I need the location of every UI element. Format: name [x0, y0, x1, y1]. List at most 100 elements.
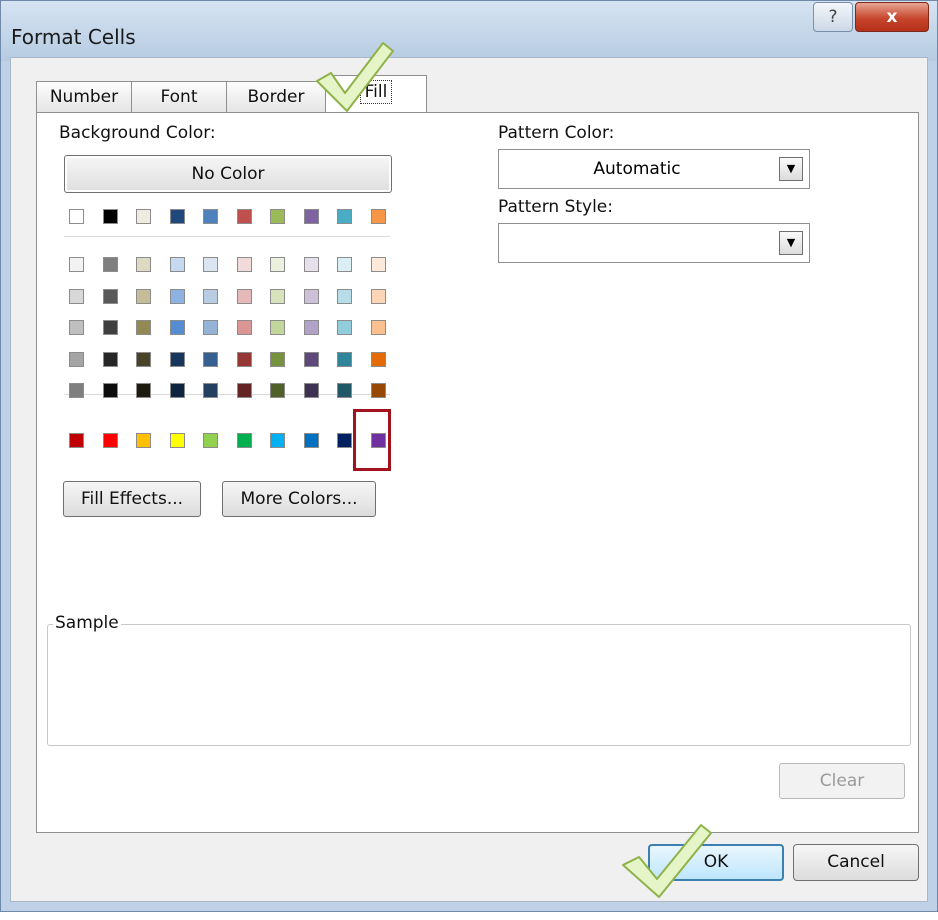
theme-tint-swatch[interactable]	[203, 288, 218, 304]
theme-color-swatch[interactable]	[69, 209, 84, 224]
theme-color-swatch[interactable]	[169, 209, 185, 224]
theme-tint-swatch[interactable]	[203, 383, 218, 398]
pattern-color-dropdown[interactable]: Automatic ▼	[498, 149, 810, 189]
theme-tint-swatch[interactable]	[169, 257, 185, 272]
clear-button: Clear	[779, 763, 905, 799]
theme-tint-swatch[interactable]	[337, 257, 352, 272]
dropdown-arrow-icon[interactable]: ▼	[779, 231, 803, 255]
theme-tint-swatch[interactable]	[102, 383, 118, 398]
theme-tint-swatch[interactable]	[203, 320, 218, 335]
standard-color-swatch[interactable]	[370, 433, 386, 448]
pattern-color-value: Automatic	[593, 159, 681, 179]
theme-color-swatch[interactable]	[102, 209, 118, 224]
theme-color-swatch[interactable]	[303, 209, 319, 224]
theme-tint-swatch[interactable]	[370, 351, 386, 367]
theme-tint-swatch[interactable]	[69, 288, 84, 304]
theme-tint-swatch[interactable]	[102, 320, 118, 335]
theme-tint-swatch[interactable]	[270, 320, 285, 335]
theme-tint-swatch[interactable]	[169, 351, 185, 367]
cancel-button[interactable]: Cancel	[793, 844, 919, 881]
theme-tint-swatch[interactable]	[337, 320, 352, 335]
theme-color-swatch[interactable]	[337, 209, 352, 224]
pattern-style-dropdown[interactable]: ▼	[498, 223, 810, 263]
standard-color-swatch[interactable]	[102, 433, 118, 448]
fill-tab-panel: Background Color: No Color Fill Effects.…	[36, 112, 919, 833]
format-cells-dialog: Format Cells ? x Number Font Border Fill…	[0, 0, 938, 912]
standard-color-swatch[interactable]	[69, 433, 84, 448]
theme-tint-swatch[interactable]	[303, 320, 319, 335]
help-button[interactable]: ?	[813, 2, 853, 32]
theme-tint-swatch[interactable]	[136, 288, 151, 304]
theme-tint-swatch[interactable]	[102, 288, 118, 304]
palette-divider	[64, 236, 390, 237]
theme-tint-swatch[interactable]	[169, 320, 185, 335]
theme-tint-swatch[interactable]	[136, 257, 151, 272]
close-button[interactable]: x	[855, 2, 929, 32]
theme-tint-swatch[interactable]	[236, 320, 252, 335]
theme-tint-swatch[interactable]	[370, 383, 386, 398]
theme-tint-swatch[interactable]	[303, 351, 319, 367]
pattern-color-label: Pattern Color:	[498, 123, 615, 143]
theme-tint-swatch[interactable]	[69, 351, 84, 367]
theme-tint-swatch[interactable]	[303, 288, 319, 304]
tab-number[interactable]: Number	[36, 81, 132, 113]
theme-tint-swatch[interactable]	[303, 257, 319, 272]
theme-color-swatch[interactable]	[136, 209, 151, 224]
standard-color-swatch[interactable]	[136, 433, 151, 448]
theme-tint-swatch[interactable]	[270, 383, 285, 398]
standard-color-swatch[interactable]	[169, 433, 185, 448]
standard-color-swatch[interactable]	[203, 433, 218, 448]
theme-tint-swatch[interactable]	[102, 257, 118, 272]
theme-tint-swatch[interactable]	[303, 383, 319, 398]
standard-color-swatch[interactable]	[270, 433, 285, 448]
theme-tint-swatch[interactable]	[136, 320, 151, 335]
theme-color-swatch[interactable]	[270, 209, 285, 224]
tab-label: Border	[247, 87, 305, 107]
standard-color-swatch[interactable]	[337, 433, 352, 448]
theme-tint-swatch[interactable]	[270, 351, 285, 367]
theme-tint-swatch[interactable]	[236, 288, 252, 304]
theme-tint-swatch[interactable]	[236, 383, 252, 398]
theme-tint-swatch[interactable]	[370, 257, 386, 272]
theme-tint-swatch[interactable]	[337, 288, 352, 304]
checkmark-icon	[622, 824, 712, 898]
pattern-style-label: Pattern Style:	[498, 197, 613, 217]
dropdown-arrow-icon[interactable]: ▼	[779, 157, 803, 181]
theme-tint-swatch[interactable]	[337, 383, 352, 398]
theme-tint-swatch[interactable]	[236, 257, 252, 272]
theme-tint-swatch[interactable]	[169, 383, 185, 398]
theme-tint-swatch[interactable]	[270, 257, 285, 272]
more-colors-button[interactable]: More Colors...	[222, 481, 376, 517]
standard-color-swatch[interactable]	[303, 433, 319, 448]
theme-tint-swatch[interactable]	[370, 288, 386, 304]
theme-tint-swatch[interactable]	[169, 288, 185, 304]
background-color-label: Background Color:	[59, 123, 216, 143]
theme-color-swatch[interactable]	[370, 209, 386, 224]
theme-tint-swatch[interactable]	[203, 257, 218, 272]
theme-color-swatch[interactable]	[203, 209, 218, 224]
tab-label: Font	[160, 87, 198, 107]
theme-tint-swatch[interactable]	[337, 351, 352, 367]
sample-label: Sample	[53, 613, 121, 633]
theme-tint-swatch[interactable]	[203, 351, 218, 367]
tab-label: Number	[49, 87, 119, 107]
dialog-title: Format Cells	[11, 25, 136, 49]
theme-color-swatch[interactable]	[236, 209, 252, 224]
theme-tint-swatch[interactable]	[236, 351, 252, 367]
dialog-body: Number Font Border Fill Background Color…	[10, 57, 928, 902]
theme-tint-swatch[interactable]	[370, 320, 386, 335]
standard-color-swatch[interactable]	[236, 433, 252, 448]
sample-preview	[47, 624, 911, 746]
theme-tint-swatch[interactable]	[136, 351, 151, 367]
theme-tint-swatch[interactable]	[69, 383, 84, 398]
theme-tint-swatch[interactable]	[69, 257, 84, 272]
no-color-button[interactable]: No Color	[64, 155, 392, 193]
tab-font[interactable]: Font	[131, 81, 227, 113]
theme-tint-swatch[interactable]	[102, 351, 118, 367]
title-bar: Format Cells ? x	[1, 1, 937, 61]
checkmark-icon	[316, 42, 394, 112]
fill-effects-button[interactable]: Fill Effects...	[63, 481, 201, 517]
theme-tint-swatch[interactable]	[270, 288, 285, 304]
theme-tint-swatch[interactable]	[136, 383, 151, 398]
theme-tint-swatch[interactable]	[69, 320, 84, 335]
